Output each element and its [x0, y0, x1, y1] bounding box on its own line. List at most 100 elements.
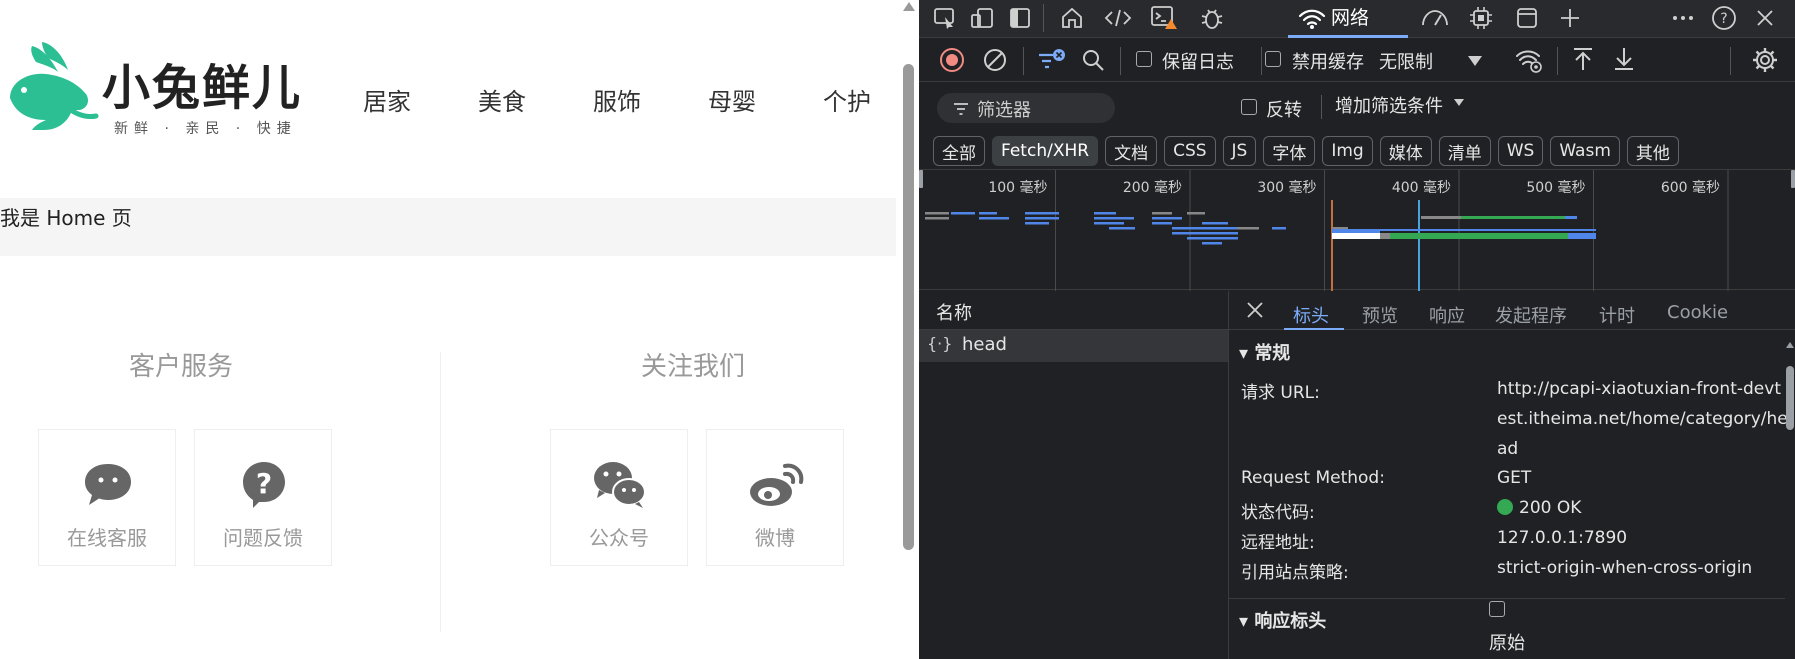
- timeline-request-bar: [1172, 232, 1202, 235]
- nav-item-clothing[interactable]: 服饰: [593, 82, 641, 117]
- request-name: head: [962, 334, 1007, 355]
- memory-chip-icon[interactable]: [1465, 3, 1497, 33]
- requests-column-header[interactable]: 名称: [919, 291, 1229, 330]
- referrer-policy-key: 引用站点策略:: [1241, 563, 1349, 583]
- feedback-card[interactable]: ? 问题反馈: [194, 429, 332, 566]
- timeline-request-bar: [1568, 233, 1596, 239]
- home-page-text: 我是 Home 页: [0, 206, 132, 230]
- inspect-element-icon[interactable]: [929, 3, 961, 33]
- home-content-bar: [0, 198, 896, 256]
- status-code-value: 200 OK: [1497, 493, 1581, 523]
- console-icon[interactable]: [1149, 3, 1181, 33]
- type-filter-chip[interactable]: 媒体: [1379, 136, 1432, 166]
- type-filter-chip[interactable]: 字体: [1263, 136, 1316, 166]
- tab-network[interactable]: 网络: [1288, 0, 1408, 38]
- elements-code-icon[interactable]: [1102, 3, 1134, 33]
- chat-bubble-icon: [85, 464, 131, 505]
- tab-initiator[interactable]: 发起程序: [1495, 302, 1567, 328]
- toolbar-separator: [1120, 47, 1121, 75]
- request-url-value[interactable]: http://pcapi-xiaotuxian-front-devt est.i…: [1497, 374, 1788, 464]
- clear-log-icon[interactable]: [982, 47, 1008, 73]
- details-scrollbar-thumb[interactable]: [1786, 366, 1794, 430]
- online-service-card[interactable]: 在线客服: [38, 429, 176, 566]
- search-icon[interactable]: [1081, 48, 1105, 72]
- help-icon[interactable]: ?: [1708, 3, 1740, 33]
- sources-bug-icon[interactable]: [1196, 3, 1228, 33]
- network-conditions-icon[interactable]: [1515, 48, 1543, 74]
- timeline-range-handle-right: [1791, 170, 1795, 188]
- chevron-down-icon[interactable]: [1467, 55, 1483, 67]
- weibo-icon: [750, 463, 804, 506]
- more-options-icon[interactable]: [1667, 3, 1699, 33]
- performance-gauge-icon[interactable]: [1419, 3, 1451, 33]
- timeline-tick-label: 600 毫秒: [1661, 179, 1720, 196]
- type-filter-chip[interactable]: JS: [1222, 136, 1257, 166]
- scroll-up-arrow-icon[interactable]: [903, 2, 915, 11]
- more-filters-dropdown[interactable]: 增加筛选条件: [1335, 92, 1443, 118]
- details-scrollbar[interactable]: [1785, 340, 1795, 659]
- filter-toggle-icon[interactable]: [1037, 47, 1067, 73]
- invert-label: 反转: [1266, 100, 1302, 121]
- type-filter-chip[interactable]: 全部: [933, 136, 985, 166]
- tab-network-label: 网络: [1331, 7, 1370, 29]
- preserve-log-checkbox[interactable]: [1136, 51, 1152, 67]
- export-har-icon[interactable]: [1613, 46, 1635, 72]
- disable-cache-checkbox[interactable]: [1265, 51, 1281, 67]
- nav-item-food[interactable]: 美食: [478, 82, 526, 117]
- type-filter-chip[interactable]: 其他: [1626, 136, 1679, 166]
- nav-item-home-living[interactable]: 居家: [363, 82, 411, 117]
- type-filter-chip[interactable]: Fetch/XHR: [992, 136, 1099, 166]
- type-filter-chip[interactable]: Wasm: [1550, 136, 1620, 166]
- timeline-request-bar: [1094, 222, 1124, 225]
- scroll-up-arrow-icon[interactable]: [1785, 340, 1795, 350]
- timeline-request-bar: [1025, 212, 1059, 215]
- application-panel-icon[interactable]: [1511, 3, 1543, 33]
- filter-funnel-icon: [954, 103, 968, 115]
- xhr-braces-icon: {·}: [927, 334, 953, 353]
- request-type-filters: 全部 Fetch/XHR 文档 CSS JS 字体 Img 媒体 清单 WS Wasm 其他: [933, 136, 1686, 166]
- tab-timing[interactable]: 计时: [1599, 302, 1635, 328]
- close-details-icon[interactable]: [1245, 300, 1265, 320]
- page-scrollbar-thumb[interactable]: [903, 64, 914, 550]
- welcome-home-icon[interactable]: [1056, 3, 1088, 33]
- svg-text:?: ?: [256, 467, 272, 500]
- timeline-request-bar: [1380, 233, 1390, 239]
- triangle-down-icon: ▾: [1239, 611, 1255, 632]
- network-settings-gear-icon[interactable]: [1752, 47, 1778, 73]
- response-headers-section-toggle[interactable]: ▾ 响应标头: [1239, 607, 1326, 633]
- timeline-tick-label: 100 毫秒: [988, 179, 1047, 196]
- tab-cookies[interactable]: Cookie: [1667, 302, 1728, 323]
- type-filter-chip[interactable]: 清单: [1438, 136, 1491, 166]
- timeline-request-bar: [1152, 217, 1182, 220]
- nav-item-personal-care[interactable]: 个护: [823, 82, 871, 117]
- response-headers-title: 响应标头: [1254, 611, 1327, 632]
- type-filter-chip[interactable]: CSS: [1164, 136, 1216, 166]
- devtools-panel: 网络 ? 保留日志 禁用缓存 无限制 筛选器 反转 增加筛选条件 全部 Fetc…: [919, 0, 1795, 659]
- more-tabs-plus-icon[interactable]: [1554, 3, 1586, 33]
- close-devtools-icon[interactable]: [1749, 3, 1781, 33]
- network-timeline-overview[interactable]: 100 毫秒 200 毫秒 300 毫秒 400 毫秒 500 毫秒 600 毫秒: [919, 169, 1795, 291]
- tab-response[interactable]: 响应: [1429, 302, 1465, 328]
- timeline-request-bar: [1187, 212, 1205, 215]
- general-section-toggle[interactable]: ▾ 常规: [1239, 339, 1290, 365]
- filter-input[interactable]: 筛选器: [937, 93, 1115, 123]
- dock-side-icon[interactable]: [1004, 3, 1036, 33]
- weibo-card[interactable]: 微博: [706, 429, 844, 566]
- site-logo[interactable]: 小兔鲜儿 新鲜 · 亲民 · 快捷: [2, 34, 302, 144]
- request-row-head[interactable]: {·} head: [919, 330, 1228, 362]
- raw-headers-checkbox[interactable]: [1489, 601, 1505, 617]
- type-filter-chip[interactable]: 文档: [1105, 136, 1158, 166]
- tab-headers[interactable]: 标头: [1293, 302, 1329, 328]
- type-filter-chip[interactable]: Img: [1322, 136, 1373, 166]
- tab-preview[interactable]: 预览: [1362, 302, 1398, 328]
- type-filter-chip[interactable]: WS: [1497, 136, 1544, 166]
- chevron-down-icon[interactable]: [1453, 98, 1465, 108]
- record-stop-icon[interactable]: [939, 47, 965, 73]
- device-toolbar-icon[interactable]: [966, 3, 998, 33]
- toolbar-separator: [1730, 47, 1731, 75]
- import-har-icon[interactable]: [1572, 46, 1594, 72]
- wechat-account-card[interactable]: 公众号: [550, 429, 688, 566]
- invert-checkbox[interactable]: [1241, 99, 1257, 115]
- nav-item-baby[interactable]: 母婴: [708, 82, 756, 117]
- throttle-select[interactable]: 无限制: [1379, 48, 1433, 74]
